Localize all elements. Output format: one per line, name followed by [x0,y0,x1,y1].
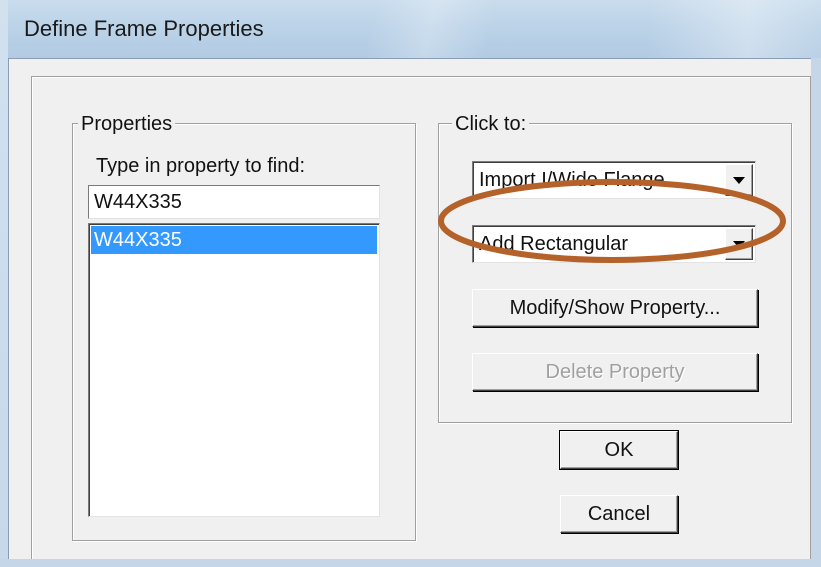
define-frame-properties-window: Define Frame Properties Properties Type … [0,0,821,567]
modify-show-property-button[interactable]: Modify/Show Property... [472,289,758,327]
cancel-button[interactable]: Cancel [560,495,678,533]
import-section-combo[interactable]: Import I/Wide Flange [472,161,756,199]
ok-button[interactable]: OK [560,431,678,469]
window-title: Define Frame Properties [24,16,264,41]
find-property-input[interactable] [88,185,380,219]
dialog-client-area: Properties Type in property to find: W44… [8,58,811,560]
title-bar[interactable]: Define Frame Properties [8,0,821,58]
chevron-down-icon [733,241,745,248]
window-frame-bottom [0,559,821,567]
delete-property-button: Delete Property [472,353,758,391]
window-frame-right [811,58,821,567]
find-property-label: Type in property to find: [96,155,306,177]
title-bar-glass-highlight-2 [648,0,821,58]
properties-group-label: Properties [78,113,176,135]
add-section-combo[interactable]: Add Rectangular [472,225,756,263]
import-combo-dropdown-button[interactable] [725,164,753,196]
list-item-selected[interactable]: W44X335 [91,226,377,254]
window-frame-left [0,0,8,567]
add-combo-dropdown-button[interactable] [725,228,753,260]
title-bar-glass-highlight [355,0,501,58]
dialog-inner-frame: Properties Type in property to find: W44… [31,76,811,560]
property-list[interactable]: W44X335 [88,223,380,517]
click-to-group-label: Click to: [452,113,530,135]
add-section-combo-value: Add Rectangular [479,233,628,255]
import-section-combo-value: Import I/Wide Flange [479,169,665,191]
chevron-down-icon [733,177,745,184]
